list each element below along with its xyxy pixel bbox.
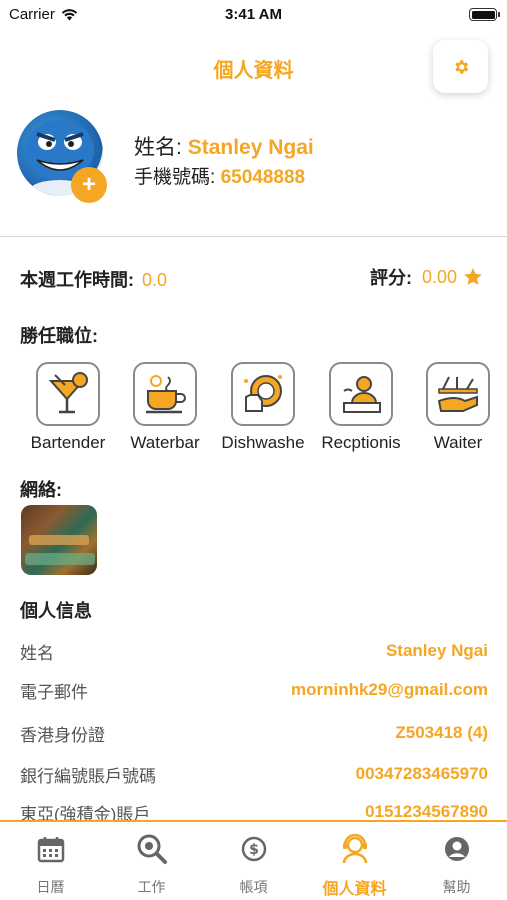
profile-phone-line: 手機號碼: 65048888	[134, 162, 305, 189]
personal-info-title: 個人信息	[20, 601, 92, 621]
battery-icon	[469, 8, 500, 21]
tab-label: 幫助	[442, 879, 471, 895]
info-value: 0151234567890	[365, 802, 488, 821]
info-row-hkid: 香港身份證 Z503418 (4)	[20, 721, 488, 745]
dollar-icon: $	[241, 836, 266, 862]
position-tile	[231, 362, 295, 426]
divider	[0, 236, 507, 237]
info-label: 香港身份證	[20, 725, 105, 745]
info-value: Stanley Ngai	[385, 641, 488, 660]
position-label: Waterbar	[130, 433, 200, 452]
search-icon	[137, 834, 167, 864]
position-item-receptionist[interactable]: Recptionis	[313, 358, 409, 453]
profile-name-line: 姓名: Stanley Ngai	[134, 131, 314, 161]
position-label: Bartender	[30, 433, 106, 452]
profile-icon	[342, 833, 367, 864]
calendar-icon	[37, 837, 64, 863]
settings-button[interactable]	[433, 40, 488, 93]
status-bar: Carrier 3:41 AM	[0, 0, 507, 30]
star-icon	[464, 268, 482, 285]
name-label: 姓名:	[134, 136, 182, 159]
tab-label: 帳項	[239, 879, 268, 895]
position-tile	[133, 362, 197, 426]
rating: 評分: 0.00	[370, 264, 483, 290]
info-label: 電子郵件	[20, 682, 88, 702]
position-item-bartender[interactable]: Bartender	[20, 358, 116, 453]
info-row-email: 電子郵件 morninhk29@gmail.com	[20, 678, 488, 702]
info-label: 銀行編號賬戶號碼	[20, 766, 156, 786]
rating-value: 0.00	[421, 266, 457, 287]
rating-label: 評分:	[369, 268, 412, 288]
svg-text:$: $	[249, 842, 259, 858]
position-label: Dishwashe	[221, 433, 305, 452]
receptionist-icon	[343, 376, 381, 413]
info-value: morninhk29@gmail.com	[290, 680, 488, 699]
position-tile	[426, 362, 490, 426]
weekly-hours-label: 本週工作時間:	[20, 270, 134, 290]
position-tile	[329, 362, 393, 426]
position-label: Recptionis	[321, 433, 401, 452]
page-title: 個人資料	[213, 60, 294, 82]
position-item-waterbar[interactable]: Waterbar	[117, 358, 213, 453]
profile-name: Stanley Ngai	[187, 136, 314, 159]
add-photo-button[interactable]: +	[71, 167, 107, 203]
user-circle-icon	[444, 837, 469, 861]
phone-label: 手機號碼:	[134, 167, 216, 188]
tea-cup-icon	[146, 375, 186, 414]
profile-phone: 65048888	[220, 167, 306, 188]
position-tile	[36, 362, 100, 426]
info-row-bank-account: 銀行編號賬戶號碼 00347283465970	[20, 762, 488, 786]
status-time: 3:41 AM	[225, 6, 282, 23]
info-label: 姓名	[20, 643, 54, 663]
tab-jobs[interactable]: 工作	[101, 832, 202, 897]
tab-label: 個人資料	[322, 881, 387, 898]
tab-label: 工作	[137, 879, 166, 895]
weekly-hours-value: 0.0	[142, 270, 168, 290]
position-item-dishwasher[interactable]: Dishwashe	[215, 358, 311, 453]
network-title: 網絡:	[20, 480, 62, 500]
gear-icon	[454, 59, 468, 74]
dishwashing-icon	[244, 375, 282, 412]
position-label: Waiter	[433, 433, 483, 452]
position-item-waiter[interactable]: Waiter	[410, 358, 490, 453]
tab-help[interactable]: 幫助	[406, 832, 507, 897]
info-row-name: 姓名 Stanley Ngai	[20, 639, 488, 663]
weekly-hours: 本週工作時間: 0.0	[20, 266, 167, 292]
info-value: Z503418 (4)	[395, 723, 488, 742]
positions-title: 勝任職位:	[20, 326, 98, 346]
waiter-tray-icon	[437, 376, 478, 412]
cocktail-icon	[48, 372, 88, 414]
positions-list[interactable]: Bartender Waterbar Dishwashe Recptionis …	[20, 358, 490, 458]
tab-accounts[interactable]: $ 帳項	[203, 832, 304, 897]
network-photo[interactable]	[21, 505, 97, 575]
info-value: 00347283465970	[355, 764, 488, 783]
tab-bar: 日曆 工作 $ 帳項 個人資料 幫助	[0, 820, 507, 900]
tab-calendar[interactable]: 日曆	[0, 832, 101, 897]
tab-profile[interactable]: 個人資料	[304, 832, 405, 899]
tab-label: 日曆	[36, 879, 65, 895]
